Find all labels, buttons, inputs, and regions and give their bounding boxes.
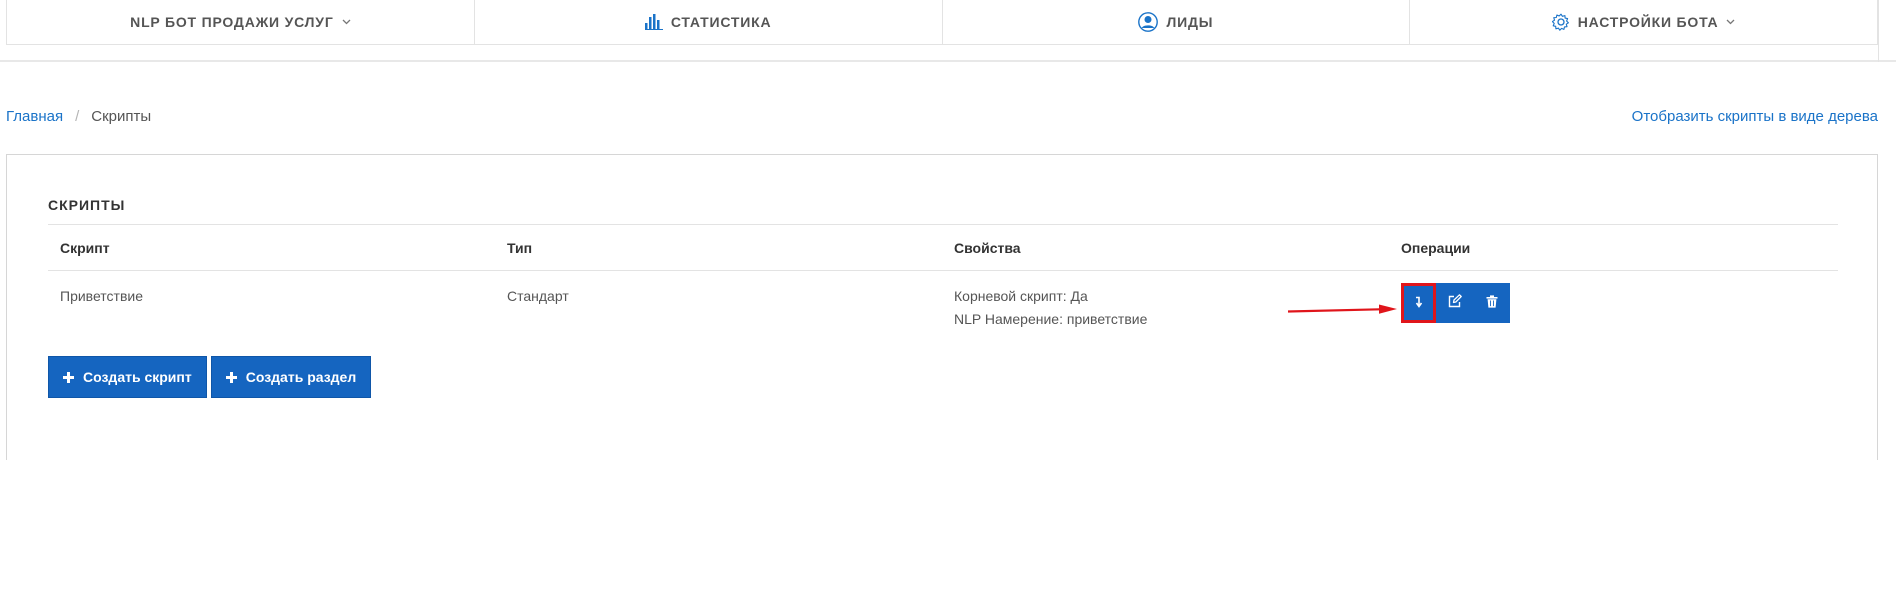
nav-item-leads[interactable]: ЛИДЫ xyxy=(941,0,1410,44)
column-header-operations: Операции xyxy=(1401,239,1471,256)
column-header-properties: Свойства xyxy=(954,239,1021,256)
panel-actions: Создать скрипт Создать раздел xyxy=(48,356,372,398)
breadcrumb-current: Скрипты xyxy=(91,108,152,125)
top-nav: NLP БОТ ПРОДАЖИ УСЛУГ СТАТИСТИКА ЛИДЫ НА… xyxy=(6,0,1878,45)
create-section-label: Создать раздел xyxy=(245,369,357,385)
scripts-panel: СКРИПТЫ Скрипт Тип Свойства Операции При… xyxy=(6,154,1878,460)
delete-button[interactable] xyxy=(1473,283,1510,323)
table-row: Приветствие Стандарт Корневой скрипт: Да… xyxy=(48,271,1838,337)
nav-divider xyxy=(0,60,1896,62)
chevron-down-icon xyxy=(1726,19,1735,25)
nav-item-statistics-label: СТАТИСТИКА xyxy=(670,14,772,30)
edit-icon xyxy=(1448,292,1462,315)
nav-right-border xyxy=(1878,0,1879,62)
nav-item-statistics[interactable]: СТАТИСТИКА xyxy=(473,0,942,44)
move-down-icon xyxy=(1414,292,1424,315)
cell-operations xyxy=(1389,283,1838,323)
annotation-arrow-icon xyxy=(1287,302,1399,323)
table-header: Скрипт Тип Свойства Операции xyxy=(48,225,1838,271)
plus-icon xyxy=(63,371,74,383)
breadcrumb-separator: / xyxy=(75,108,80,125)
nav-item-bot[interactable]: NLP БОТ ПРОДАЖИ УСЛУГ xyxy=(7,0,474,44)
breadcrumb: Главная / Скрипты xyxy=(6,108,151,125)
operations-group xyxy=(1401,283,1838,323)
gear-icon xyxy=(1551,13,1570,31)
user-icon xyxy=(1138,12,1159,32)
chevron-down-icon xyxy=(342,19,351,25)
cell-script-type: Стандарт xyxy=(507,288,569,304)
nav-item-bot-label: NLP БОТ ПРОДАЖИ УСЛУГ xyxy=(130,14,334,30)
trash-icon xyxy=(1486,292,1498,315)
breadcrumb-home-link[interactable]: Главная xyxy=(6,108,63,125)
edit-button[interactable] xyxy=(1436,283,1473,323)
column-header-type: Тип xyxy=(507,239,533,256)
bar-chart-icon xyxy=(644,14,663,30)
cell-script-name: Приветствие xyxy=(60,288,143,304)
plus-icon xyxy=(225,371,237,383)
create-section-button[interactable]: Создать раздел xyxy=(210,356,372,398)
nav-item-settings[interactable]: НАСТРОЙКИ БОТА xyxy=(1409,0,1877,44)
show-tree-link[interactable]: Отобразить скрипты в виде дерева xyxy=(1632,108,1878,125)
nav-item-settings-label: НАСТРОЙКИ БОТА xyxy=(1577,14,1719,30)
scripts-table: Скрипт Тип Свойства Операции Приветствие… xyxy=(48,224,1838,337)
nav-item-leads-label: ЛИДЫ xyxy=(1166,14,1214,30)
create-script-button[interactable]: Создать скрипт xyxy=(48,356,207,398)
panel-title: СКРИПТЫ xyxy=(48,197,126,213)
column-header-script: Скрипт xyxy=(60,239,110,256)
move-down-button[interactable] xyxy=(1401,283,1436,323)
create-script-label: Создать скрипт xyxy=(83,369,192,385)
